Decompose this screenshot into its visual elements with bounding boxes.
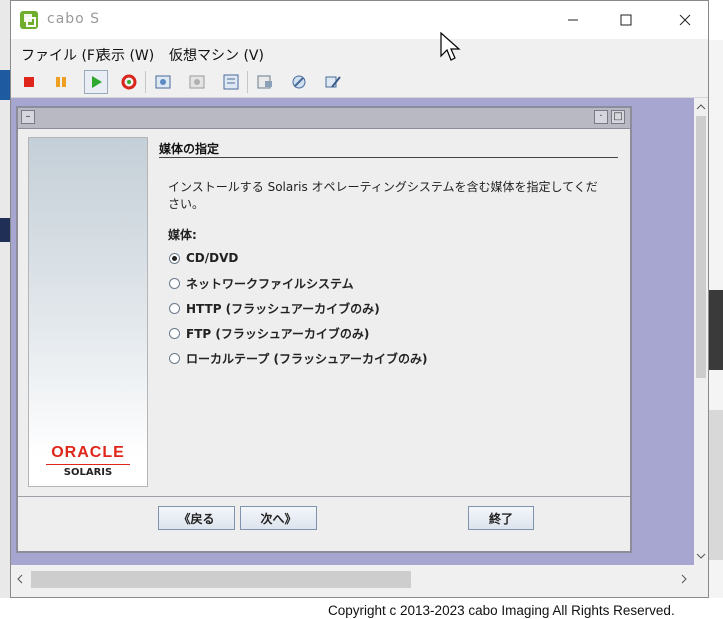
- horizontal-scroll-thumb[interactable]: [31, 571, 411, 588]
- next-button[interactable]: 次へ》: [240, 506, 317, 530]
- solaris-logo: SOLARIS: [63, 467, 113, 478]
- vertical-scrollbar[interactable]: [694, 98, 708, 565]
- desktop-right-edge: [709, 0, 723, 619]
- scroll-right-icon[interactable]: [677, 572, 691, 586]
- vm-window: cabo S ファイル (F) 表示 (W) 仮想マシン (V) – · □ O…: [10, 0, 709, 598]
- radio-label: FTP (フラッシュアーカイブのみ): [186, 326, 370, 341]
- snapshot-revert-button[interactable]: [185, 70, 209, 94]
- installer-title-bar: – · □: [18, 108, 630, 129]
- radio-label: ネットワークファイルシステム: [186, 276, 354, 291]
- snapshot-manager-button[interactable]: [219, 70, 243, 94]
- installer-sidebar: ORACLE SOLARIS: [28, 137, 148, 487]
- frame-menu-button[interactable]: –: [21, 110, 35, 124]
- desktop-left-edge: [0, 0, 10, 619]
- play-icon: [92, 76, 102, 88]
- minimize-button[interactable]: [550, 1, 596, 39]
- menu-vm[interactable]: 仮想マシン (V): [169, 45, 264, 65]
- stop-icon: [24, 77, 34, 87]
- reset-button[interactable]: [117, 70, 141, 94]
- instruction-text: インストールする Solaris オペレーティングシステムを含む媒体を指定してく…: [168, 180, 598, 211]
- stop-button[interactable]: [17, 70, 41, 94]
- reset-icon: [121, 74, 137, 90]
- title-bar: cabo S: [11, 1, 708, 39]
- maximize-button[interactable]: [603, 1, 649, 39]
- oracle-logo: ORACLE: [51, 444, 125, 461]
- snapshot-button[interactable]: [151, 70, 175, 94]
- close-icon: [679, 14, 691, 26]
- radio-indicator[interactable]: [169, 277, 180, 289]
- medium-label: 媒体:: [168, 228, 197, 242]
- button-divider: [18, 496, 630, 497]
- menu-bar: ファイル (F) 表示 (W) 仮想マシン (V): [11, 39, 708, 67]
- radio-cd-dvd[interactable]: CD/DVD: [169, 249, 238, 267]
- snapshot-disabled-icon: [189, 75, 205, 89]
- mouse-cursor-icon: [440, 32, 461, 61]
- settings-icon: [257, 75, 272, 89]
- frame-minimize-button[interactable]: ·: [594, 110, 608, 124]
- radio-indicator[interactable]: [169, 352, 180, 364]
- pause-button[interactable]: [49, 70, 73, 94]
- vertical-scroll-thumb[interactable]: [696, 116, 706, 378]
- radio-http[interactable]: HTTP (フラッシュアーカイブのみ): [169, 299, 380, 317]
- radio-nfs[interactable]: ネットワークファイルシステム: [169, 274, 354, 292]
- menu-file[interactable]: ファイル (F): [21, 45, 100, 65]
- close-button[interactable]: [662, 1, 708, 39]
- title-divider: [159, 157, 618, 158]
- frame-maximize-button[interactable]: □: [611, 110, 625, 124]
- window-title: cabo S: [47, 11, 101, 27]
- scroll-down-icon[interactable]: [694, 549, 708, 563]
- installer-frame: – · □ ORACLE SOLARIS 媒体の指定 インストールする Sola…: [16, 106, 632, 553]
- radio-ftp[interactable]: FTP (フラッシュアーカイブのみ): [169, 324, 369, 342]
- exit-button[interactable]: 終了: [468, 506, 534, 530]
- vm-display[interactable]: – · □ ORACLE SOLARIS 媒体の指定 インストールする Sola…: [11, 98, 694, 565]
- radio-label: HTTP (フラッシュアーカイブのみ): [186, 301, 380, 316]
- scroll-left-icon[interactable]: [13, 572, 27, 586]
- page-title: 媒体の指定: [159, 142, 220, 156]
- radio-local-tape[interactable]: ローカルテープ (フラッシュアーカイブのみ): [169, 349, 427, 367]
- radio-indicator[interactable]: [169, 252, 180, 264]
- play-button[interactable]: [84, 70, 108, 94]
- scroll-up-icon[interactable]: [694, 100, 708, 114]
- menu-view[interactable]: 表示 (W): [97, 45, 154, 65]
- radio-label: CD/DVD: [186, 251, 239, 265]
- radio-indicator[interactable]: [169, 302, 180, 314]
- maximize-icon: [620, 14, 632, 26]
- radio-label: ローカルテープ (フラッシュアーカイブのみ): [186, 351, 428, 366]
- app-icon: [20, 11, 38, 29]
- pause-icon: [56, 77, 66, 87]
- copyright-text: Copyright c 2013-2023 cabo Imaging All R…: [328, 603, 675, 618]
- snapshot-manager-icon: [223, 74, 239, 90]
- radio-indicator[interactable]: [169, 327, 180, 339]
- settings-button[interactable]: [253, 70, 277, 94]
- tools-button[interactable]: [321, 70, 345, 94]
- vm-settings-icon: [292, 75, 306, 89]
- tools-icon: [325, 76, 341, 88]
- snapshot-icon: [155, 75, 171, 89]
- back-button[interactable]: 《戻る: [158, 506, 235, 530]
- vm-settings-button[interactable]: [287, 70, 311, 94]
- horizontal-scrollbar[interactable]: [11, 565, 694, 593]
- toolbar: [11, 67, 708, 98]
- minimize-icon: [568, 19, 578, 21]
